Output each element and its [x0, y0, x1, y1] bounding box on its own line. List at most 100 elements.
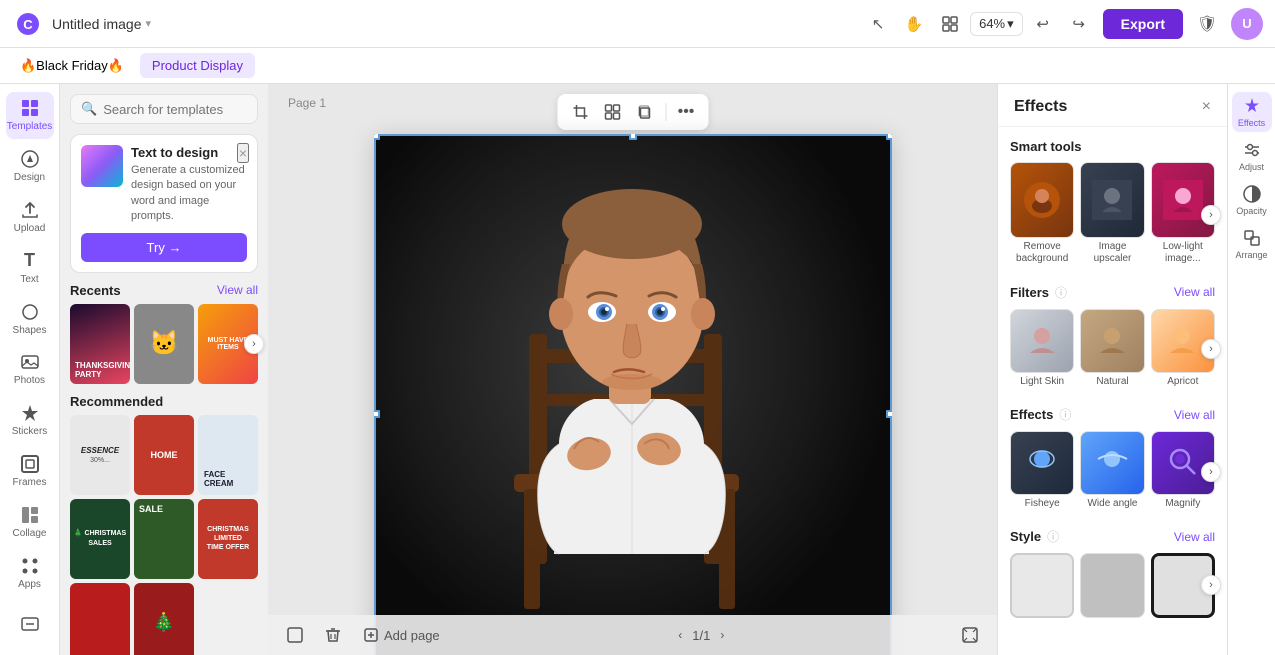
effect-fisheye-label: Fisheye: [1010, 495, 1074, 512]
filters-grid: Light Skin Natural: [1010, 309, 1215, 390]
style-next[interactable]: ›: [1201, 575, 1221, 595]
sidebar-icon-templates[interactable]: Templates: [6, 92, 54, 139]
tab-black-friday[interactable]: 🔥Black Friday🔥: [8, 53, 136, 79]
sidebar-icon-apps[interactable]: Apps: [6, 549, 54, 596]
recommended-section: Recommended ESSENCE 30%... HOME: [70, 394, 258, 655]
fit-screen-button[interactable]: [955, 621, 985, 649]
zoom-chevron: ▾: [1007, 16, 1014, 32]
style-view-all[interactable]: View all: [1174, 530, 1215, 544]
filters-info-icon: ⓘ: [1055, 284, 1067, 301]
prev-page-button[interactable]: ‹: [674, 626, 686, 644]
effect-wide-angle-label: Wide angle: [1080, 495, 1144, 512]
undo-btn[interactable]: ↩: [1027, 8, 1059, 40]
effects-view-all[interactable]: View all: [1174, 408, 1215, 422]
sidebar-icon-stickers[interactable]: Stickers: [6, 397, 54, 444]
group-tool[interactable]: [597, 98, 627, 126]
sidebar-icon-upload[interactable]: Upload: [6, 194, 54, 241]
ttd-try-button[interactable]: Try →: [81, 233, 247, 262]
pointer-tool[interactable]: ↖: [862, 8, 894, 40]
delete-btn[interactable]: [318, 621, 348, 649]
template-item-christmas-limited[interactable]: CHRISTMASLIMITEDTIME OFFER: [198, 499, 258, 579]
effects-panel-content: Smart tools: [998, 127, 1227, 655]
smart-tool-remove-bg[interactable]: Remove background: [1010, 162, 1074, 268]
next-page-button[interactable]: ›: [716, 626, 728, 644]
redo-btn[interactable]: ↪: [1063, 8, 1095, 40]
effects-info-icon: ⓘ: [1059, 406, 1071, 423]
shield-btn[interactable]: 🛡: [1191, 8, 1223, 40]
recents-grid: THANKSGIVING PARTY 🐱 MUST HAVE ITEMS: [70, 304, 258, 384]
tab-product-display[interactable]: Product Display: [140, 53, 255, 78]
ttd-close-button[interactable]: ×: [237, 143, 249, 163]
template-item-sale[interactable]: SALE: [134, 499, 194, 579]
filter-natural[interactable]: Natural: [1080, 309, 1144, 390]
smart-tool-upscaler-label: Image upscaler: [1080, 238, 1144, 268]
topbar: C Untitled image ▾ ↖ ✋ 64% ▾ ↩ ↪ Export …: [0, 0, 1275, 48]
style-item-2[interactable]: [1080, 553, 1144, 617]
smart-tools-grid: Remove background Image up: [1010, 162, 1215, 268]
sidebar-icon-collage[interactable]: Collage: [6, 499, 54, 546]
more-options-button[interactable]: •••: [672, 98, 700, 126]
template-item-christmas-sales[interactable]: 🎄 CHRISTMASSALES: [70, 499, 130, 579]
doc-name[interactable]: Untitled image ▾: [52, 16, 151, 32]
effect-magnify-label: Magnify: [1151, 495, 1215, 512]
bottom-bar: Add page ‹ 1/1 ›: [268, 615, 997, 655]
canvas-image[interactable]: ↻: [374, 134, 892, 655]
style-item-1[interactable]: [1010, 553, 1074, 617]
smart-tool-upscaler[interactable]: Image upscaler: [1080, 162, 1144, 268]
filter-light-skin[interactable]: Light Skin: [1010, 309, 1074, 390]
text-to-design-card: × Text to design Generate a customized d…: [70, 134, 258, 273]
search-input[interactable]: [103, 102, 247, 117]
style-title: Style: [1010, 529, 1041, 544]
effects-next[interactable]: ›: [1201, 462, 1221, 482]
export-button[interactable]: Export: [1103, 9, 1183, 39]
copy-tool[interactable]: [629, 98, 659, 126]
style-grid: [1010, 553, 1215, 617]
effect-fisheye[interactable]: Fisheye: [1010, 431, 1074, 512]
effects-panel-close[interactable]: ×: [1202, 98, 1211, 116]
crop-tool[interactable]: [565, 98, 595, 126]
rs-effects-btn[interactable]: Effects: [1232, 92, 1272, 132]
add-page-button[interactable]: Add page: [356, 621, 448, 649]
add-page-icon-btn[interactable]: [280, 621, 310, 649]
filters-view-all[interactable]: View all: [1174, 285, 1215, 299]
filters-title: Filters: [1010, 285, 1049, 300]
face-cream-label: FACECREAM: [204, 471, 233, 489]
hand-tool[interactable]: ✋: [898, 8, 930, 40]
template-item-essence[interactable]: ESSENCE 30%...: [70, 415, 130, 495]
sidebar-icon-photos[interactable]: Photos: [6, 346, 54, 393]
template-item-red1[interactable]: [70, 583, 130, 655]
toolbar-divider: [665, 103, 666, 121]
effects-panel-title: Effects: [1014, 98, 1067, 116]
left-panel: 🔍 × Text to design Generate a customized…: [60, 84, 268, 655]
template-item-cat[interactable]: 🐱: [134, 304, 194, 384]
page-label: Page 1: [288, 96, 326, 110]
recents-next-button[interactable]: ›: [244, 334, 264, 354]
sidebar-icon-design[interactable]: Design: [6, 143, 54, 190]
search-bar[interactable]: 🔍: [70, 94, 258, 124]
sidebar-icon-frames[interactable]: Frames: [6, 448, 54, 495]
avatar[interactable]: U: [1231, 8, 1263, 40]
filters-next[interactable]: ›: [1201, 339, 1221, 359]
template-item-home[interactable]: HOME: [134, 415, 194, 495]
effects-panel: Effects × Smart tools: [997, 84, 1227, 655]
grid-view-tool[interactable]: [934, 8, 966, 40]
smart-tools-next[interactable]: ›: [1201, 205, 1221, 225]
sidebar-icon-shapes[interactable]: Shapes: [6, 295, 54, 342]
smart-tool-remove-bg-label: Remove background: [1010, 238, 1074, 268]
template-item-thanksgiving[interactable]: THANKSGIVING PARTY: [70, 304, 130, 384]
sidebar-icon-text[interactable]: T Text: [6, 244, 54, 291]
template-item-face-cream[interactable]: FACECREAM: [198, 415, 258, 495]
zoom-control[interactable]: 64% ▾: [970, 12, 1023, 36]
rs-opacity-btn[interactable]: Opacity: [1232, 180, 1272, 220]
recents-view-all[interactable]: View all: [217, 283, 258, 297]
rs-arrange-btn[interactable]: Arrange: [1232, 224, 1272, 264]
effect-wide-angle[interactable]: Wide angle: [1080, 431, 1144, 512]
rs-adjust-btn[interactable]: Adjust: [1232, 136, 1272, 176]
canvas-area: Page 1 •••: [268, 84, 997, 655]
app-logo: C: [12, 8, 44, 40]
template-item-red2[interactable]: 🎄: [134, 583, 194, 655]
right-sidebar-icons: Effects Adjust Opacity Arrange: [1227, 84, 1275, 655]
topbar-right: Export 🛡 U: [1103, 8, 1263, 40]
rs-opacity-label: Opacity: [1236, 206, 1267, 216]
sidebar-icon-help[interactable]: [6, 600, 54, 647]
